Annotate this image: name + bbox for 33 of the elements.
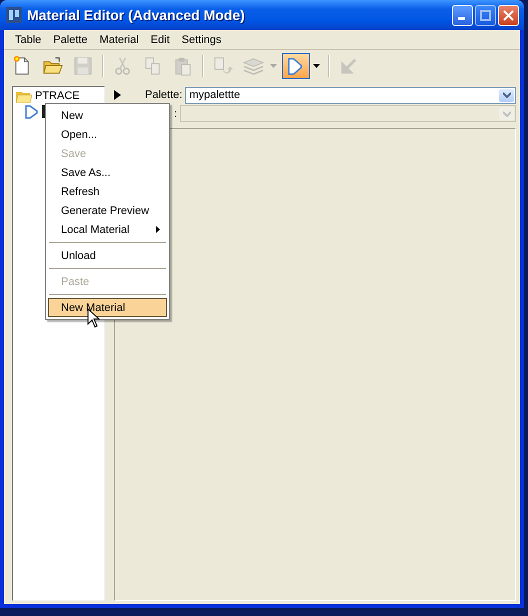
submenu-arrow-icon (156, 226, 160, 233)
menu-item[interactable]: Edit (144, 34, 176, 46)
maximize-icon (480, 10, 491, 20)
menu-item[interactable]: Generate Preview (48, 201, 167, 220)
folder-icon (16, 90, 32, 102)
menu-item[interactable]: Refresh (48, 182, 167, 201)
close-icon (503, 10, 514, 20)
menu-item[interactable]: Material (94, 34, 145, 46)
maximize-button[interactable] (475, 4, 496, 26)
close-button[interactable] (498, 4, 519, 26)
menu-item[interactable]: Open... (48, 125, 167, 144)
menu-item[interactable]: Table (9, 34, 48, 46)
dropdown-arrow-icon[interactable] (310, 64, 323, 68)
minimize-icon (458, 16, 465, 20)
window-title: Material Editor (Advanced Mode) (27, 7, 246, 23)
funnel-icon[interactable] (25, 104, 39, 118)
menu-item[interactable]: Palette (47, 34, 94, 46)
chevron-down-icon (502, 110, 510, 116)
chevron-down-icon (502, 92, 510, 98)
menu-item[interactable]: Local Material (48, 220, 167, 239)
tree-item[interactable]: PTRACE (35, 90, 80, 102)
dropdown-field[interactable]: mypalettte (185, 86, 516, 104)
field-label: Palette: (145, 89, 182, 101)
menu-item[interactable]: Unload (48, 246, 167, 265)
menu-item[interactable]: Save As... (48, 163, 167, 182)
menu-item[interactable]: Settings (176, 34, 228, 46)
app-icon (6, 7, 22, 23)
field-label: : (174, 108, 178, 120)
toolbar-button[interactable] (282, 53, 310, 79)
menu-item[interactable]: New Material (48, 298, 167, 317)
expand-arrow-icon[interactable] (114, 90, 121, 100)
minimize-button[interactable] (452, 4, 473, 26)
menu-item[interactable]: New (48, 106, 167, 125)
